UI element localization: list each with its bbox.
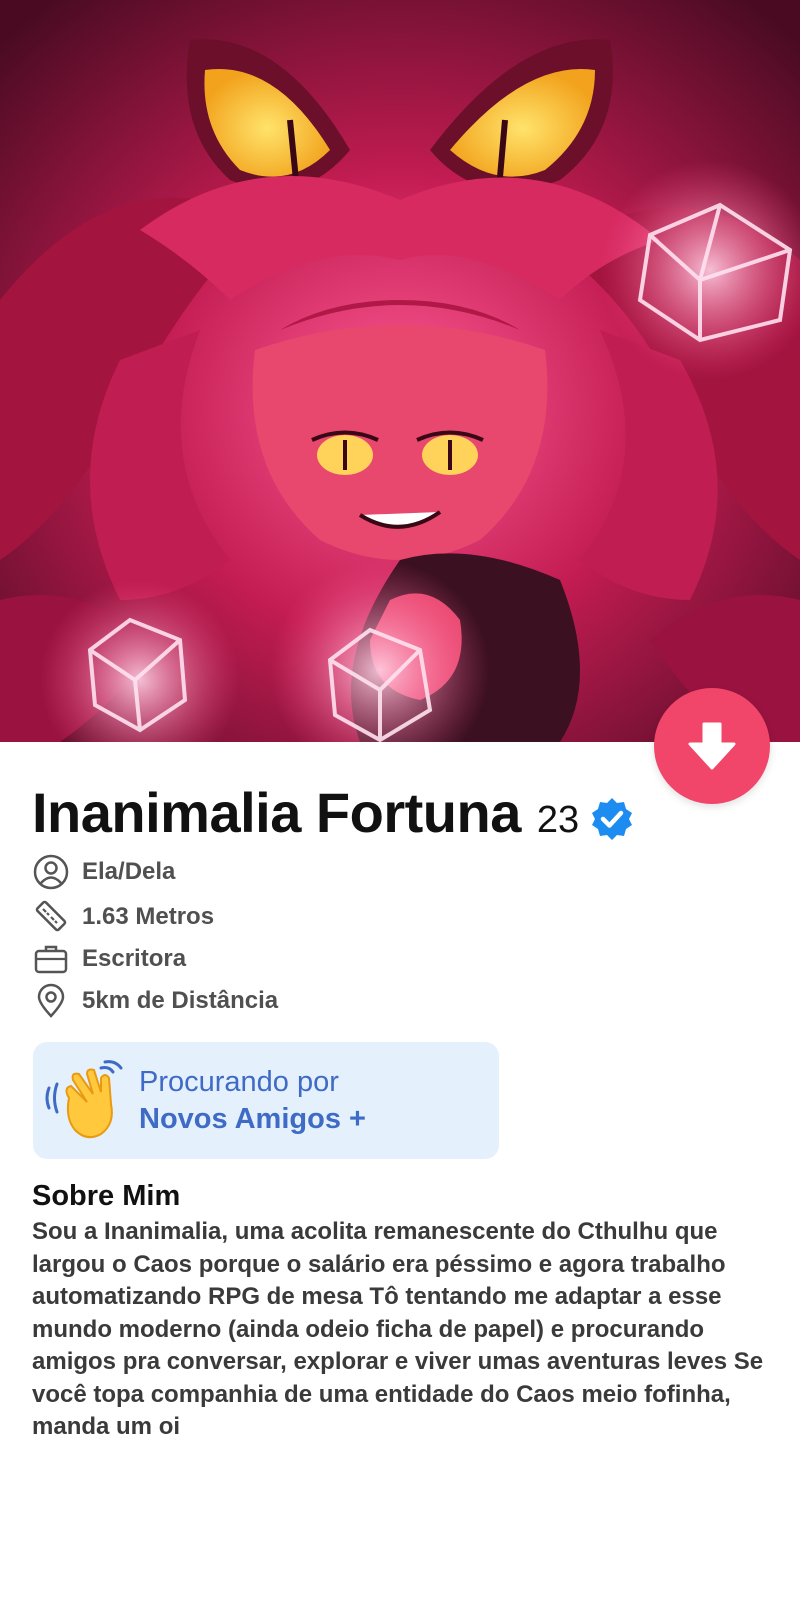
about-text: Sou a Inanimalia, uma acolita remanescen… bbox=[32, 1218, 764, 1440]
waving-hand-icon bbox=[45, 1059, 123, 1138]
looking-for-card[interactable]: Procurando por Novos Amigos + bbox=[33, 1042, 499, 1159]
location-pin-icon bbox=[32, 982, 70, 1020]
user-circle-icon bbox=[32, 853, 70, 891]
detail-height: 1.63 Metros bbox=[32, 898, 632, 936]
detail-pronouns: Ela/Dela bbox=[32, 853, 632, 891]
detail-distance: 5km de Distância bbox=[32, 982, 632, 1020]
profile-name: Inanimalia Fortuna bbox=[32, 781, 521, 844]
about-title: Sobre Mim bbox=[32, 1180, 181, 1212]
briefcase-icon bbox=[32, 940, 70, 978]
scroll-down-button[interactable] bbox=[654, 688, 770, 804]
verified-badge-icon bbox=[592, 797, 633, 840]
distance-text: 5km de Distância bbox=[82, 987, 279, 1014]
profile-illustration bbox=[0, 0, 800, 742]
profile-header: Inanimalia Fortuna 23 bbox=[32, 780, 635, 845]
height-text: 1.63 Metros bbox=[82, 903, 215, 930]
ruler-icon bbox=[32, 898, 70, 936]
pronouns-text: Ela/Dela bbox=[82, 858, 176, 885]
detail-occupation: Escritora bbox=[32, 940, 632, 978]
occupation-text: Escritora bbox=[82, 945, 187, 972]
looking-for-value: Novos Amigos + bbox=[139, 1102, 366, 1135]
looking-for-label: Procurando por bbox=[139, 1065, 339, 1098]
profile-age: 23 bbox=[536, 799, 580, 841]
arrow-down-icon bbox=[688, 722, 736, 770]
profile-photo[interactable] bbox=[0, 0, 800, 742]
